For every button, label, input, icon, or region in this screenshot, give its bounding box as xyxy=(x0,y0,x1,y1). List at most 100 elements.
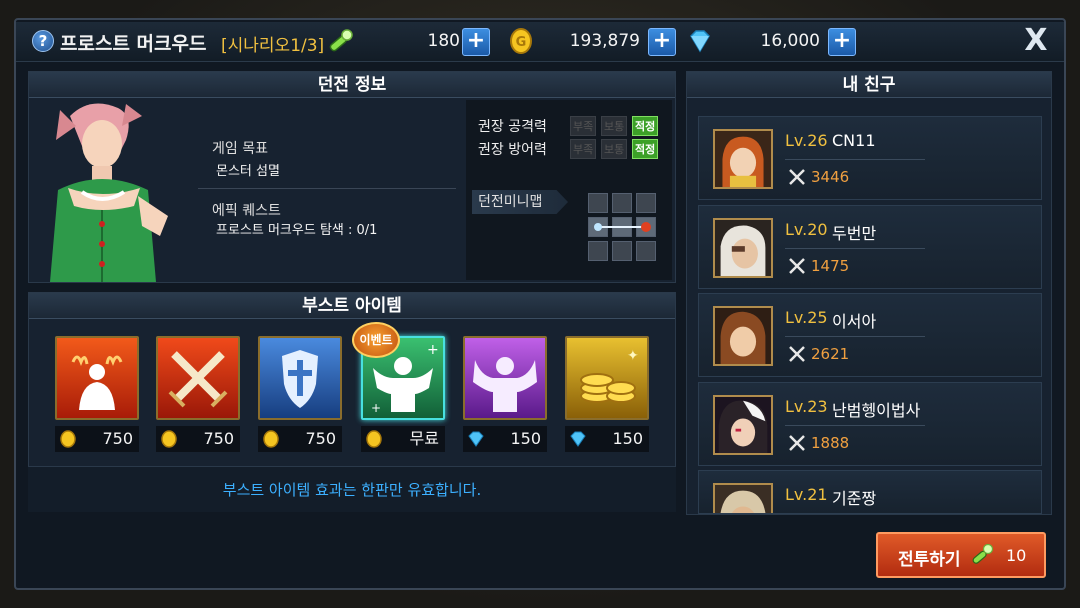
gold-value: 193,879 xyxy=(569,31,640,51)
crossed-swords-icon xyxy=(789,435,805,451)
flex-body-icon xyxy=(473,357,537,412)
crossed-swords-icon xyxy=(789,169,805,185)
minimap-cell xyxy=(612,193,632,213)
boost-price: 750 xyxy=(156,426,240,452)
close-button[interactable]: X xyxy=(1020,25,1052,57)
boost-price-value: 무료 xyxy=(409,429,439,448)
gold-coin-icon xyxy=(60,430,76,448)
defense-tag-low: 부족 xyxy=(570,139,597,159)
add-gold-button[interactable]: + xyxy=(648,28,676,56)
help-button[interactable]: ? xyxy=(32,30,54,52)
friend-level: Lv.20 xyxy=(785,220,828,239)
minimap-cell xyxy=(588,241,608,261)
coin-stack-icon: ✦ xyxy=(580,348,639,403)
add-gem-button[interactable]: + xyxy=(828,28,856,56)
epic-quest-value: 프로스트 머크우드 탐색 : 0/1 xyxy=(216,223,378,238)
friend-divider xyxy=(785,248,925,249)
avatar xyxy=(713,483,773,513)
crossed-swords-icon xyxy=(168,351,228,408)
boost-item-fire[interactable] xyxy=(55,336,139,420)
crossed-swords-icon xyxy=(789,346,805,362)
character-portrait xyxy=(50,103,168,282)
avatar xyxy=(713,306,773,366)
stamina-icon xyxy=(972,543,994,564)
dungeon-minimap xyxy=(588,193,656,261)
friend-combat-power: 2621 xyxy=(811,345,850,363)
friend-name: CN11 xyxy=(832,131,876,150)
svg-text:+: + xyxy=(371,401,381,415)
friend-combat-power: 1475 xyxy=(811,257,850,275)
start-battle-label: 전투하기 xyxy=(898,550,961,570)
boost-item-heading: 부스트 아이템 xyxy=(29,293,675,319)
gold-coin-icon xyxy=(161,430,177,448)
gem-icon xyxy=(690,30,710,53)
boost-item-power[interactable] xyxy=(463,336,547,420)
minimap-cell xyxy=(612,241,632,261)
svg-text:✦: ✦ xyxy=(627,348,639,364)
svg-text:G: G xyxy=(516,35,527,50)
minimap-cell xyxy=(636,241,656,261)
crossed-swords-icon xyxy=(789,258,805,274)
boost-price-value: 150 xyxy=(612,429,643,448)
attack-tag-proper: 적정 xyxy=(632,116,659,136)
battle-stamina-cost: 10 xyxy=(1006,546,1027,565)
fire-body-icon xyxy=(71,355,123,410)
gold-coin-icon: G xyxy=(510,28,532,54)
friend-row[interactable]: Lv.21 기준짱 xyxy=(698,470,1042,514)
avatar xyxy=(713,395,773,455)
defense-tag-normal: 보통 xyxy=(601,139,628,159)
friend-name: 난범헹이법사 xyxy=(832,401,921,420)
recommended-defense-label: 권장 방어력 xyxy=(478,142,547,158)
epic-quest-label: 에픽 퀘스트 xyxy=(212,203,281,219)
boost-item-gold[interactable]: ✦ xyxy=(565,336,649,420)
friend-row[interactable]: Lv.26 CN11 3446 xyxy=(698,116,1042,200)
minimap-label: 던전미니맵 xyxy=(472,190,568,214)
friend-level: Lv.25 xyxy=(785,308,828,327)
boost-price-value: 750 xyxy=(305,429,336,448)
friends-heading: 내 친구 xyxy=(687,72,1051,98)
friend-name: 두번만 xyxy=(832,224,877,243)
svg-text:+: + xyxy=(427,342,439,358)
friend-level: Lv.26 xyxy=(785,131,828,150)
start-battle-button[interactable]: 전투하기 10 xyxy=(876,532,1046,578)
friend-divider xyxy=(785,159,925,160)
gem-value: 16,000 xyxy=(760,31,820,51)
add-stamina-button[interactable]: + xyxy=(462,28,490,56)
stamina-value: 180 xyxy=(427,31,460,51)
minimap-cell xyxy=(588,193,608,213)
goal-label: 게임 목표 xyxy=(212,141,268,157)
friend-divider xyxy=(785,336,925,337)
friend-name: 이서아 xyxy=(832,312,877,331)
stamina-icon xyxy=(329,29,353,52)
boost-price-value: 150 xyxy=(510,429,541,448)
gem-icon xyxy=(570,431,586,447)
info-divider xyxy=(198,188,456,189)
attack-tag-low: 부족 xyxy=(570,116,597,136)
event-badge: 이벤트 xyxy=(352,322,400,358)
gold-coin-icon xyxy=(366,430,382,448)
dungeon-info-heading: 던전 정보 xyxy=(29,72,675,98)
gold-coin-icon xyxy=(263,430,279,448)
gem-icon xyxy=(468,431,484,447)
boost-notice: 부스트 아이템 효과는 한판만 유효합니다. xyxy=(28,466,676,512)
friend-row[interactable]: Lv.20 두번만 1475 xyxy=(698,205,1042,289)
boost-price: 150 xyxy=(565,426,649,452)
minimap-cell xyxy=(636,193,656,213)
boost-price: 750 xyxy=(55,426,139,452)
friend-row[interactable]: Lv.23 난범헹이법사 1888 xyxy=(698,382,1042,466)
friend-combat-power: 1888 xyxy=(811,434,850,452)
attack-tag-normal: 보통 xyxy=(601,116,628,136)
boost-price-value: 750 xyxy=(203,429,234,448)
friend-level: Lv.21 xyxy=(785,485,828,504)
friend-level: Lv.23 xyxy=(785,397,828,416)
boost-item-shield[interactable] xyxy=(258,336,342,420)
friend-row[interactable]: Lv.25 이서아 2621 xyxy=(698,293,1042,377)
boost-item-swords[interactable] xyxy=(156,336,240,420)
friend-name: 기준짱 xyxy=(832,489,877,508)
avatar xyxy=(713,129,773,189)
boost-price-value: 750 xyxy=(102,429,133,448)
dungeon-title: 프로스트 머크우드 xyxy=(60,33,207,55)
boost-price: 150 xyxy=(463,426,547,452)
defense-tag-proper: 적정 xyxy=(632,139,659,159)
friend-combat-power: 3446 xyxy=(811,168,850,186)
